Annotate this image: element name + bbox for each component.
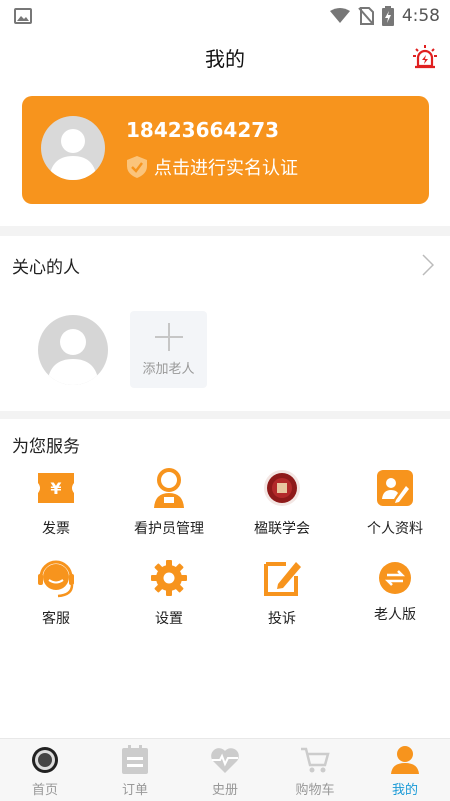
tab-home[interactable]: 首页 (0, 739, 90, 801)
complaint-edit-icon (264, 562, 301, 596)
cart-icon (301, 747, 330, 773)
status-icons: 4:58 (329, 6, 440, 26)
headset-icon (38, 560, 74, 598)
user-phone: 18423664273 (126, 118, 280, 142)
default-avatar-icon (47, 329, 99, 385)
service-society[interactable]: 楹联学会 (226, 468, 338, 538)
service-label: 发票 (42, 521, 70, 537)
tab-label: 订单 (121, 783, 148, 798)
bottom-tab-bar: 首页 订单 史册 购物车 我的 (0, 738, 450, 801)
service-complaint[interactable]: 投诉 (226, 558, 338, 628)
status-time: 4:58 (401, 6, 440, 26)
plus-icon (154, 323, 183, 351)
page-title: 我的 (205, 46, 245, 71)
tab-label: 首页 (31, 783, 58, 798)
service-customer[interactable]: 客服 (0, 558, 112, 628)
profile-edit-icon (377, 470, 413, 506)
care-header[interactable]: 关心的人 (0, 237, 450, 293)
order-icon (122, 745, 148, 774)
tab-label: 我的 (391, 783, 418, 798)
add-elder-label: 添加老人 (142, 362, 195, 377)
tab-cart[interactable]: 购物车 (270, 739, 360, 801)
service-elder-mode[interactable]: 老人版 (339, 558, 450, 624)
ticket-icon: ¥ (38, 473, 74, 503)
caregiver-icon (154, 468, 184, 508)
services-title: 为您服务 (12, 437, 80, 457)
service-label: 个人资料 (367, 521, 423, 537)
wifi-icon (329, 8, 350, 23)
service-caregiver[interactable]: 看护员管理 (113, 468, 225, 538)
tab-orders[interactable]: 订单 (90, 739, 180, 801)
tab-label: 史册 (211, 783, 238, 798)
heart-pulse-icon (211, 748, 239, 773)
chevron-right-icon[interactable] (422, 254, 434, 276)
service-label: 看护员管理 (134, 521, 204, 537)
avatar[interactable] (41, 116, 105, 180)
society-seal-icon (264, 470, 300, 506)
gear-icon (151, 560, 187, 596)
service-label: 楹联学会 (254, 521, 310, 537)
elder-mode-icon (379, 562, 411, 594)
care-title: 关心的人 (12, 257, 80, 278)
verify-link[interactable]: 点击进行实名认证 (126, 154, 298, 180)
service-label: 设置 (155, 611, 183, 627)
service-label: 老人版 (374, 607, 416, 623)
service-label: 投诉 (268, 611, 296, 627)
profile-card[interactable]: 18423664273 点击进行实名认证 (22, 96, 429, 204)
tab-mine[interactable]: 我的 (360, 739, 450, 801)
status-bar: 4:58 (0, 0, 450, 32)
gallery-notification-icon (14, 8, 32, 24)
section-divider (0, 411, 450, 419)
svg-text:¥: ¥ (50, 479, 61, 498)
shield-check-icon (127, 156, 147, 178)
tab-label: 购物车 (295, 783, 335, 798)
battery-charging-icon (381, 6, 394, 26)
no-sim-icon (358, 7, 374, 25)
service-label: 客服 (42, 611, 70, 627)
home-seal-icon (32, 747, 58, 773)
add-elder-button[interactable]: 添加老人 (130, 311, 207, 388)
elder-avatar[interactable] (38, 315, 108, 385)
service-settings[interactable]: 设置 (113, 558, 225, 628)
default-avatar-icon (49, 129, 97, 180)
user-icon (391, 746, 419, 774)
verify-label: 点击进行实名认证 (154, 158, 298, 179)
service-profile[interactable]: 个人资料 (339, 468, 450, 538)
section-divider (0, 226, 450, 236)
title-bar: 我的 (0, 32, 450, 82)
tab-history[interactable]: 史册 (180, 739, 270, 801)
alarm-siren-icon[interactable] (412, 44, 438, 70)
service-invoice[interactable]: ¥ 发票 (0, 468, 112, 538)
